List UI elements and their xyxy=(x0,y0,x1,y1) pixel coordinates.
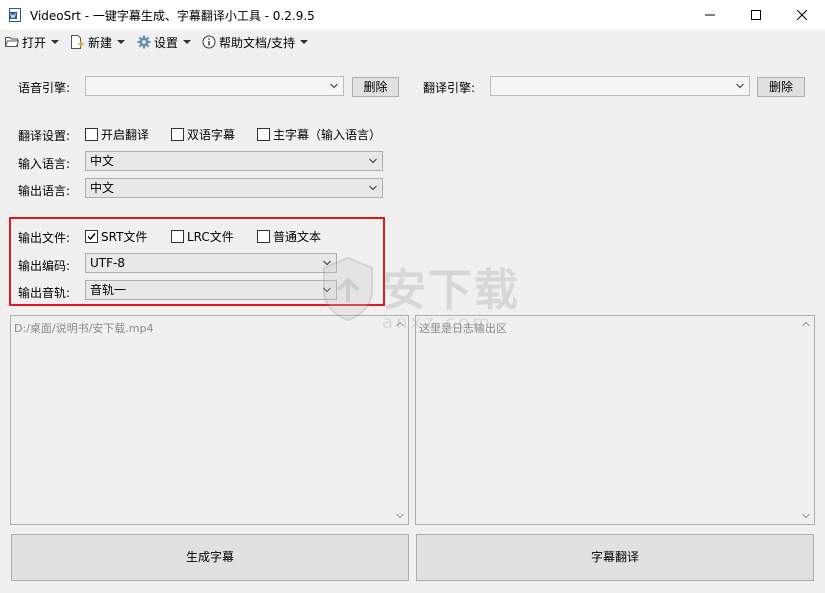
app-icon xyxy=(9,8,21,22)
chevron-down-icon xyxy=(802,513,810,519)
plain-text-label: 普通文本 xyxy=(273,230,322,244)
info-icon xyxy=(202,35,216,49)
chevron-down-icon xyxy=(323,260,331,266)
menu-new[interactable]: 新建 xyxy=(70,33,126,51)
chevron-down-icon xyxy=(330,83,338,89)
checkbox-box xyxy=(171,230,184,243)
bilingual-label: 双语字幕 xyxy=(187,128,236,142)
new-file-icon xyxy=(71,35,84,49)
plain-text-checkbox[interactable]: 普通文本 xyxy=(257,228,321,245)
menu-help-label: 帮助文档/支持 xyxy=(219,35,296,50)
output-language-value: 中文 xyxy=(90,181,115,195)
output-encoding-value: UTF-8 xyxy=(90,256,125,270)
log-output-textarea[interactable]: 这里是日志输出区 xyxy=(415,315,815,525)
input-language-label: 输入语言: xyxy=(18,157,71,171)
menu-open-label: 打开 xyxy=(22,35,47,50)
log-placeholder-text: 这里是日志输出区 xyxy=(419,322,507,335)
speech-engine-delete-button[interactable]: 删除 xyxy=(352,77,399,97)
input-language-select[interactable]: 中文 xyxy=(85,151,383,171)
menu-bar: 打开 新建 设置 帮助文档/支持 xyxy=(0,30,825,54)
output-track-label: 输出音轨: xyxy=(18,286,71,300)
close-icon xyxy=(797,10,807,20)
translate-engine-delete-button[interactable]: 删除 xyxy=(757,77,805,97)
translate-engine-select[interactable] xyxy=(490,76,750,96)
srt-label: SRT文件 xyxy=(101,230,148,244)
checkbox-box xyxy=(257,230,270,243)
chevron-down-icon xyxy=(51,40,60,44)
enable-translation-label: 开启翻译 xyxy=(101,128,150,142)
output-file-label: 输出文件: xyxy=(18,231,71,245)
menu-help[interactable]: 帮助文档/支持 xyxy=(202,33,309,51)
output-encoding-select[interactable]: UTF-8 xyxy=(85,253,337,273)
checkbox-box xyxy=(85,230,98,243)
chevron-down-icon xyxy=(369,158,377,164)
close-button[interactable] xyxy=(779,0,825,30)
main-subtitle-checkbox[interactable]: 主字幕（输入语言） xyxy=(257,126,381,143)
lrc-label: LRC文件 xyxy=(187,230,234,244)
checkbox-box xyxy=(171,128,184,141)
log-output-scrollbar[interactable] xyxy=(798,316,814,524)
check-icon xyxy=(87,233,96,241)
title-bar: VideoSrt - 一键字幕生成、字幕翻译小工具 - 0.2.9.5 xyxy=(0,0,825,30)
translation-settings-label: 翻译设置: xyxy=(18,129,71,143)
main-subtitle-label: 主字幕（输入语言） xyxy=(273,128,382,142)
file-path-text: D:/桌面/说明书/安下载.mp4 xyxy=(14,322,154,335)
input-language-value: 中文 xyxy=(90,154,115,168)
file-path-scrollbar[interactable] xyxy=(392,316,408,524)
menu-settings-label: 设置 xyxy=(154,35,179,50)
chevron-down-icon xyxy=(323,287,331,293)
maximize-button[interactable] xyxy=(733,0,779,30)
speech-engine-label: 语音引擎: xyxy=(18,81,71,95)
output-encoding-label: 输出编码: xyxy=(18,259,71,273)
window-title: VideoSrt - 一键字幕生成、字幕翻译小工具 - 0.2.9.5 xyxy=(30,9,315,23)
file-path-textarea[interactable]: D:/桌面/说明书/安下载.mp4 xyxy=(10,315,409,525)
lrc-checkbox[interactable]: LRC文件 xyxy=(171,228,234,245)
watermark-text: 安下载 xyxy=(382,265,520,316)
app-window: VideoSrt - 一键字幕生成、字幕翻译小工具 - 0.2.9.5 打开 新… xyxy=(0,0,825,593)
enable-translation-checkbox[interactable]: 开启翻译 xyxy=(85,126,149,143)
translate-engine-label: 翻译引擎: xyxy=(423,81,476,95)
chevron-down-icon xyxy=(117,40,126,44)
chevron-down-icon xyxy=(300,40,309,44)
output-language-select[interactable]: 中文 xyxy=(85,178,383,198)
minimize-button[interactable] xyxy=(687,0,733,30)
folder-icon xyxy=(5,37,19,47)
translate-subtitles-button[interactable]: 字幕翻译 xyxy=(416,534,814,581)
menu-new-label: 新建 xyxy=(88,35,113,50)
chevron-down-icon xyxy=(369,185,377,191)
menu-open[interactable]: 打开 xyxy=(5,33,60,51)
gear-icon xyxy=(137,35,151,49)
checkbox-box xyxy=(257,128,270,141)
chevron-down-icon xyxy=(183,40,192,44)
menu-settings[interactable]: 设置 xyxy=(137,33,192,51)
speech-engine-select[interactable] xyxy=(85,76,344,96)
generate-subtitles-button[interactable]: 生成字幕 xyxy=(11,534,409,581)
chevron-up-icon xyxy=(396,321,404,327)
minimize-icon xyxy=(705,14,715,16)
srt-checkbox[interactable]: SRT文件 xyxy=(85,228,147,245)
maximize-icon xyxy=(751,10,761,20)
chevron-down-icon xyxy=(396,513,404,519)
chevron-down-icon xyxy=(736,83,744,89)
checkbox-box xyxy=(85,128,98,141)
output-track-select[interactable]: 音轨一 xyxy=(85,280,337,300)
output-track-value: 音轨一 xyxy=(90,283,127,297)
bilingual-checkbox[interactable]: 双语字幕 xyxy=(171,126,235,143)
output-language-label: 输出语言: xyxy=(18,184,71,198)
chevron-up-icon xyxy=(802,321,810,327)
